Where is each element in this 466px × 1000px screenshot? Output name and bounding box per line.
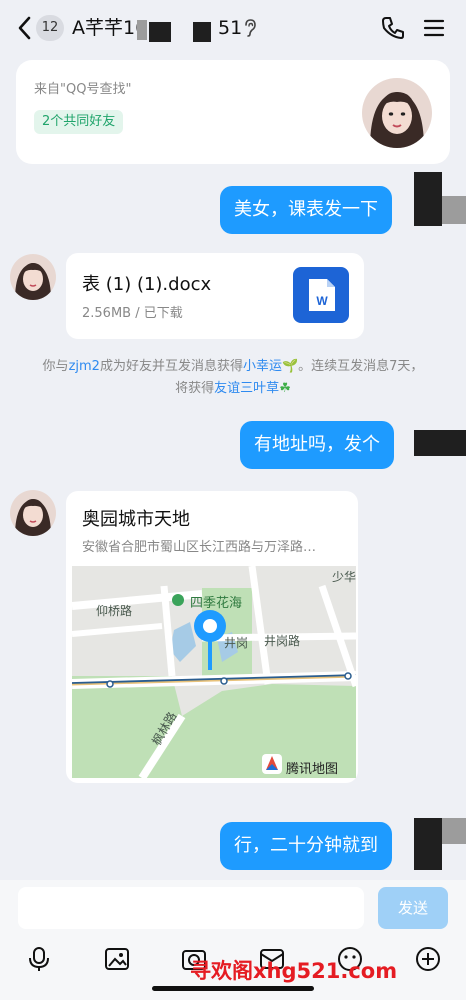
map-label-road: 仰桥路: [96, 604, 133, 618]
location-title: 奥园城市天地: [82, 509, 190, 530]
plus-icon[interactable]: [414, 945, 442, 973]
redaction-block: [414, 430, 466, 456]
ear-icon: [245, 19, 256, 37]
file-meta: 2.56MB / 已下载: [82, 306, 183, 321]
outgoing-message[interactable]: 美女，课表发一下: [220, 186, 392, 234]
word-doc-icon: W: [293, 267, 349, 323]
location-map[interactable]: 四季花海 仰桥路 井岗 井岗路 少华 枫林路 腾讯地图: [72, 566, 356, 778]
redaction-block: [442, 196, 466, 224]
profile-source-text: 来自"QQ号查找": [34, 82, 132, 97]
redaction-block: [193, 22, 211, 42]
message-input[interactable]: [18, 887, 364, 929]
map-label-road: 井岗: [224, 636, 249, 650]
unread-count-badge[interactable]: 12: [36, 15, 64, 41]
chat-header: 12 A芊芊16 51: [0, 0, 466, 56]
clover-link[interactable]: 友谊三叶草: [214, 381, 279, 396]
lucky-link[interactable]: 小幸运: [243, 359, 282, 374]
menu-icon[interactable]: [422, 16, 446, 40]
svg-text:W: W: [316, 294, 328, 308]
back-icon[interactable]: [14, 14, 36, 42]
redaction-block: [137, 20, 147, 40]
file-name: 表 (1) (1).docx: [82, 274, 212, 295]
redaction-block: [442, 818, 466, 844]
image-icon[interactable]: [103, 945, 131, 973]
home-indicator: [152, 986, 314, 991]
sprout-icon: 🌱: [281, 359, 299, 374]
location-address: 安徽省合肥市蜀山区长江西路与万泽路…: [82, 540, 317, 555]
watermark: 寻欢阁xhg521.com: [190, 959, 398, 983]
redaction-block: [414, 172, 442, 226]
mutual-friends-badge[interactable]: 2个共同好友: [34, 110, 124, 134]
chat-title-suffix: 51: [218, 17, 243, 39]
map-provider-label: 腾讯地图: [286, 762, 339, 777]
contact-avatar[interactable]: [362, 78, 432, 148]
redaction-block: [414, 818, 442, 870]
send-button[interactable]: 发送: [378, 887, 448, 929]
contact-avatar[interactable]: [10, 490, 56, 536]
map-label-road: 少华: [332, 570, 356, 584]
contact-avatar[interactable]: [10, 254, 56, 300]
outgoing-message[interactable]: 行，二十分钟就到: [220, 822, 392, 870]
clover-icon: ☘: [279, 381, 291, 396]
user-link[interactable]: zjm2: [69, 359, 100, 374]
redaction-block: [149, 22, 171, 42]
mic-icon[interactable]: [25, 945, 53, 973]
map-label-road: 井岗路: [264, 634, 301, 648]
system-notice: 你与zjm2成为好友并互发消息获得小幸运🌱。连续互发消息7天， 将获得友谊三叶草…: [42, 359, 424, 396]
chat-title[interactable]: A芊芊16: [72, 14, 147, 42]
map-label-park: 四季花海: [190, 596, 243, 611]
outgoing-message[interactable]: 有地址吗，发个: [240, 421, 394, 469]
phone-icon[interactable]: [380, 15, 406, 41]
